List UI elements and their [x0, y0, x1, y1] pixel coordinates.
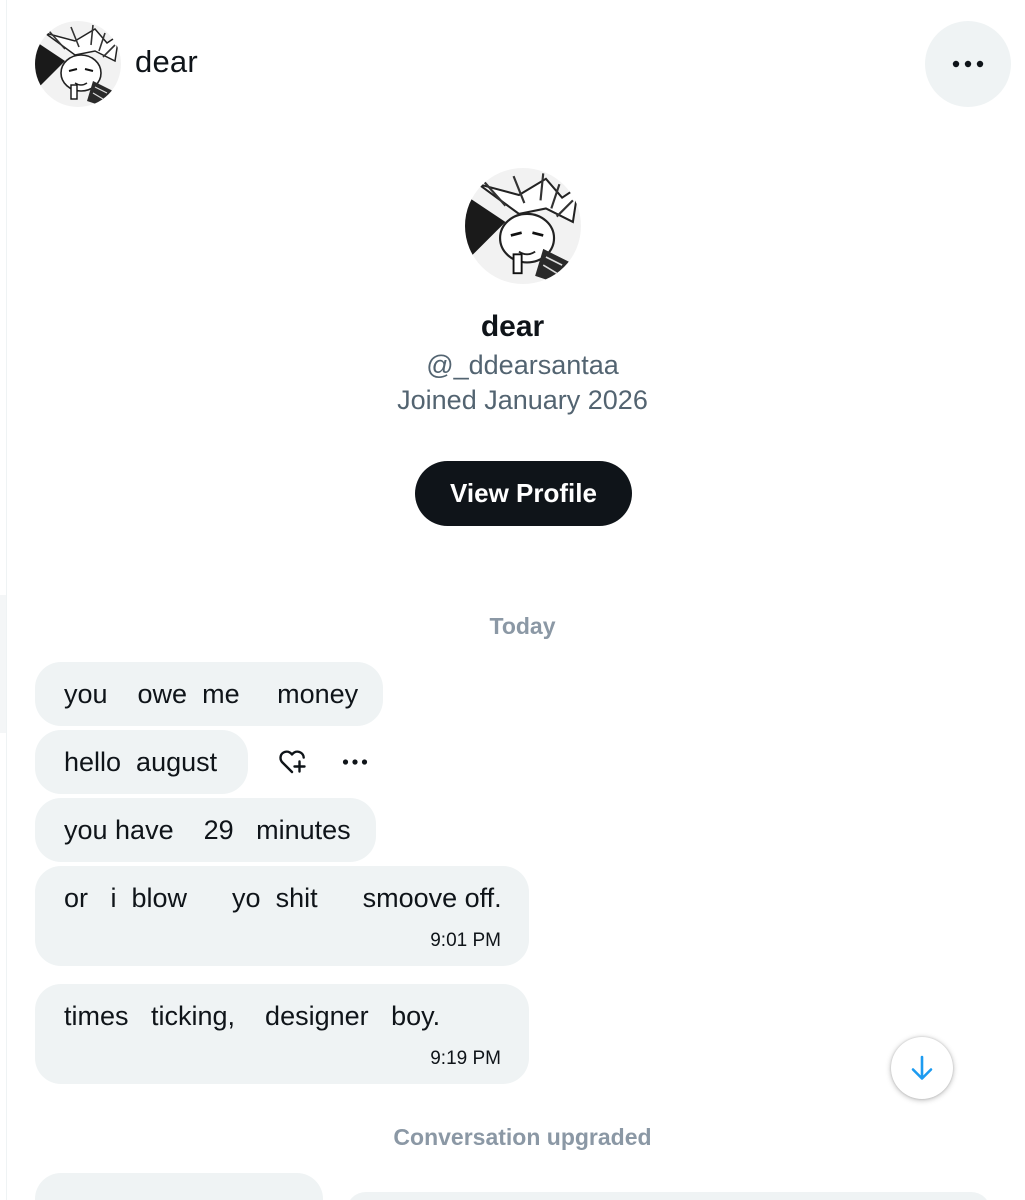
message-bubble[interactable]: times ticking, designer boy. 9:19 PM — [35, 984, 529, 1084]
header-name[interactable]: dear — [135, 44, 198, 80]
heart-add-icon[interactable] — [277, 746, 309, 778]
message-bubble[interactable]: or i blow yo shit smoove off. 9:01 PM — [35, 866, 529, 966]
message-text: you owe me money — [64, 679, 359, 709]
header-avatar[interactable] — [35, 21, 121, 107]
message-bubble[interactable]: hello august — [35, 730, 248, 794]
profile-avatar[interactable] — [465, 168, 581, 284]
view-profile-button[interactable]: View Profile — [415, 461, 632, 526]
message-bubble[interactable]: you owe me money — [35, 662, 383, 726]
left-border — [6, 0, 7, 1200]
profile-avatar-icon — [465, 168, 581, 284]
message-timestamp: 9:19 PM — [430, 1048, 501, 1069]
message-bubble-partial[interactable] — [35, 1173, 323, 1200]
date-divider: Today — [489, 613, 556, 639]
message-bubble[interactable]: you have 29 minutes — [35, 798, 376, 862]
more-options-button[interactable] — [925, 21, 1011, 107]
message-text: times ticking, designer boy. — [64, 1001, 441, 1031]
composer-partial[interactable] — [346, 1192, 991, 1200]
more-horizontal-icon — [952, 60, 984, 68]
message-timestamp: 9:01 PM — [430, 930, 501, 951]
profile-joined-date: Joined January 2026 — [397, 385, 648, 415]
scroll-to-bottom-button[interactable] — [891, 1037, 953, 1099]
arrow-down-icon — [911, 1055, 933, 1080]
message-text: or i blow yo shit smoove off. — [64, 883, 502, 913]
message-text: you have 29 minutes — [64, 815, 351, 845]
more-horizontal-icon[interactable] — [339, 746, 371, 778]
message-text: hello august — [64, 747, 218, 777]
profile-avatar-icon — [35, 21, 121, 107]
conversation-upgraded-notice: Conversation upgraded — [393, 1124, 652, 1150]
profile-display-name: dear — [480, 310, 545, 343]
profile-handle: @_ddearsantaa — [426, 350, 619, 380]
message-actions — [277, 745, 371, 779]
